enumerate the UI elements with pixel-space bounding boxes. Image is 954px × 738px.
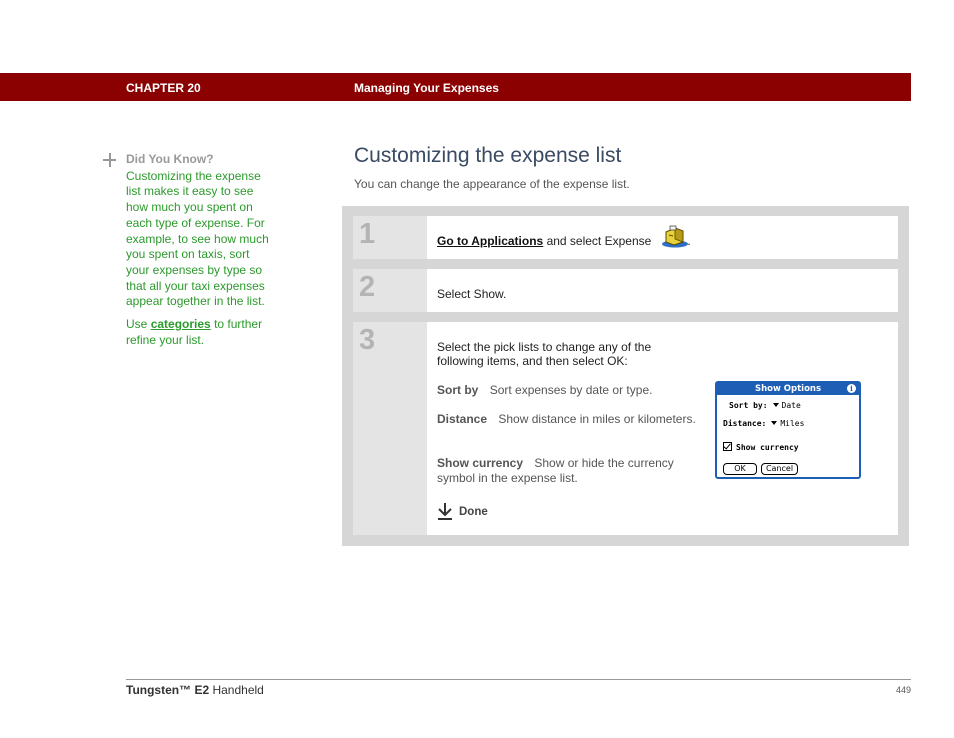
option-sort-by: Sort by Sort expenses by date or type. xyxy=(437,383,697,398)
dropdown-arrow-icon[interactable] xyxy=(771,421,778,425)
dialog-currency-label: Show currency xyxy=(736,443,799,452)
option-label: Sort by xyxy=(437,383,479,397)
step-3-text: Select the pick lists to change any of t… xyxy=(437,340,652,368)
footer-product-name: Tungsten™ E2 xyxy=(126,683,210,697)
dialog-title: Show Options xyxy=(717,383,859,395)
show-currency-checkbox[interactable] xyxy=(723,442,732,451)
distance-picker-value[interactable]: Miles xyxy=(780,419,804,428)
ok-button[interactable]: OK xyxy=(723,463,757,475)
footer-divider xyxy=(126,679,911,680)
footer-product: Tungsten™ E2 Handheld xyxy=(126,683,264,697)
steps-box: 1 Go to Applications and select Expense.… xyxy=(342,206,909,546)
step-number: 1 xyxy=(359,218,376,250)
did-you-know-sidebar: Did You Know? Customizing the expense li… xyxy=(103,152,273,348)
step-1-instruction: and select Expense xyxy=(546,234,652,248)
dialog-currency-row: Show currency xyxy=(723,441,799,452)
use-prefix: Use xyxy=(126,317,148,332)
option-label: Distance xyxy=(437,412,488,426)
step-1: 1 Go to Applications and select Expense. xyxy=(353,216,898,259)
plus-icon xyxy=(103,153,117,167)
go-to-applications-link[interactable]: Go to Applications xyxy=(437,234,543,248)
chapter-header-bar: CHAPTER 20 Managing Your Expenses xyxy=(0,73,911,101)
option-desc: Show distance in miles or kilometers. xyxy=(498,412,696,426)
did-you-know-tip: Customizing the expense list makes it ea… xyxy=(126,168,269,309)
dialog-sort-label: Sort by: xyxy=(729,401,768,410)
did-you-know-title: Did You Know? xyxy=(126,152,214,166)
dropdown-arrow-icon[interactable] xyxy=(772,403,779,407)
option-desc: Sort expenses by date or type. xyxy=(489,383,653,397)
categories-link[interactable]: categories xyxy=(151,317,211,331)
done-arrow-icon xyxy=(438,503,452,520)
show-options-dialog: Show Options i Sort by: Date Distance: Mil… xyxy=(715,381,861,479)
dialog-distance-label: Distance: xyxy=(723,419,767,428)
option-label: Show currency xyxy=(437,456,524,470)
option-show-currency: Show currency Show or hide the currency … xyxy=(437,456,697,485)
cancel-button[interactable]: Cancel xyxy=(761,463,798,475)
step-number: 2 xyxy=(359,271,376,303)
footer-product-type: Handheld xyxy=(212,683,264,697)
done-marker: Done xyxy=(437,502,488,522)
info-icon[interactable]: i xyxy=(847,384,856,393)
page-number: 449 xyxy=(895,685,911,695)
step-3: 3 Select the pick lists to change any of… xyxy=(353,322,898,535)
expense-app-icon xyxy=(662,225,688,248)
did-you-know-tip-categories: Use categories to further refine your li… xyxy=(126,317,273,348)
page-title: Customizing the expense list xyxy=(354,144,622,167)
section-title: Managing Your Expenses xyxy=(354,81,499,95)
step-2-text: Select Show. xyxy=(437,287,507,301)
step-2: 2 Select Show. xyxy=(353,269,898,312)
step-1-text: Go to Applications and select Expense. xyxy=(437,234,691,248)
page-intro: You can change the appearance of the exp… xyxy=(354,177,630,191)
sort-picker-value[interactable]: Date xyxy=(782,401,801,410)
option-distance: Distance Show distance in miles or kilom… xyxy=(437,412,697,427)
chapter-label: CHAPTER 20 xyxy=(126,81,201,95)
dialog-distance-row: Distance: Miles xyxy=(723,419,804,428)
dialog-sort-row: Sort by: Date xyxy=(729,401,801,410)
step-number: 3 xyxy=(359,324,376,356)
done-label: Done xyxy=(459,506,488,518)
